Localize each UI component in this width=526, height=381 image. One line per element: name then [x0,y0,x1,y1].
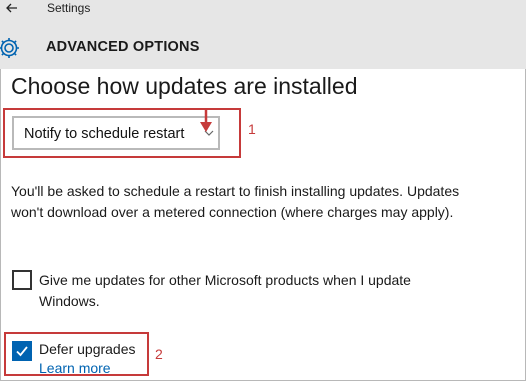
annotation-number-1: 1 [248,121,256,137]
window-title: Settings [47,1,91,15]
annotation-number-2: 2 [155,346,163,362]
update-description: You'll be asked to schedule a restart to… [11,183,460,220]
other-products-label[interactable]: Give me updates for other Microsoft prod… [39,270,469,311]
title-bar: Settings [0,0,526,22]
other-products-checkbox[interactable] [12,270,32,290]
back-arrow-icon[interactable] [4,0,20,16]
gear-icon [0,38,19,58]
annotation-box-2 [4,332,149,376]
page-title: Choose how updates are installed [11,73,358,99]
red-down-arrow [200,108,212,132]
header-title: ADVANCED OPTIONS [46,39,200,55]
